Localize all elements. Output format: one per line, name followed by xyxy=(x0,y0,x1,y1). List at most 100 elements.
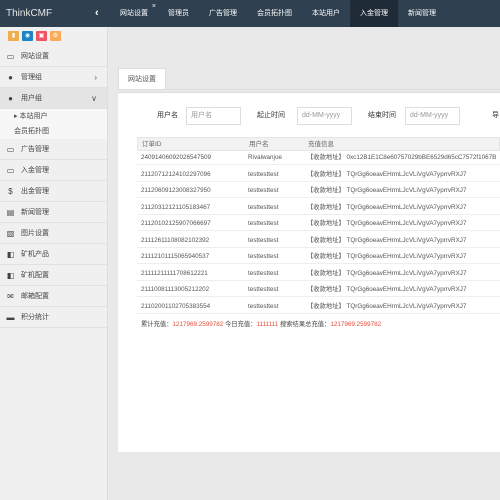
username-cell: testtesttest xyxy=(248,203,279,211)
top-tab[interactable]: 会员拓扑图 xyxy=(247,0,302,27)
sidebar-item-label: 矿机产品 xyxy=(21,251,49,258)
close-tab-icon[interactable]: × xyxy=(152,0,156,20)
order-id-cell: 21120312121105183467 xyxy=(141,203,211,211)
collapse-sidebar-icon[interactable]: ‹ xyxy=(95,0,99,27)
sidebar-item[interactable]: ▭ 网站设置 xyxy=(0,46,107,67)
sidebar-item-label: 新闻管理 xyxy=(21,209,49,216)
table-row: 24091406092026547509 Rivalwanjoe 【收款地址】 0x… xyxy=(137,151,500,165)
username-cell: testtesttest xyxy=(248,170,279,178)
username-cell: Rivalwanjoe xyxy=(248,154,282,161)
recharge-info-cell: 【收款地址】 0xc12B1E1C8e60757029bBE6529d65cC7… xyxy=(307,154,497,161)
picture-icon: ▭ xyxy=(6,145,15,154)
sidebar-item[interactable]: $ 出金管理 xyxy=(0,181,107,202)
settings-icon[interactable]: ⚙ xyxy=(50,31,61,41)
top-tab[interactable]: 管理员 xyxy=(158,0,199,27)
chevron-icon: ∨ xyxy=(91,94,97,103)
sidebar-item[interactable]: ▤ 新闻管理 xyxy=(0,202,107,223)
sidebar-item-label: 网站设置 xyxy=(21,53,49,60)
recharge-info-cell: 【收款地址】 TQrGg6oeavEHrmLJcVLiVgVA7yprrvRXJ… xyxy=(307,236,467,244)
top-tab-label: 网站设置 xyxy=(120,10,148,17)
sidebar-item[interactable]: ✉ 邮箱配置 xyxy=(0,286,107,307)
search-total-label: 搜索结果总充值： xyxy=(278,321,331,328)
sidebar-item-label: 邮箱配置 xyxy=(21,293,49,300)
export-label[interactable]: 导 xyxy=(492,107,499,125)
sidebar-item[interactable]: ● 管理组 › xyxy=(0,67,107,88)
header-username: 用户名 xyxy=(249,141,269,148)
recharge-info-cell: 【收款地址】 TQrGg6oeavEHrmLJcVLiVgVA7yprrvRXJ… xyxy=(307,220,467,227)
top-tab[interactable]: 本站用户 xyxy=(302,0,350,27)
chart-icon[interactable]: ▮ xyxy=(8,31,19,41)
people-icon[interactable]: ◉ xyxy=(22,31,33,41)
recharge-info-cell: 【收款地址】 TQrGg6oeavEHrmLJcVLiVgVA7yprrvRXJ… xyxy=(307,203,467,211)
sidebar-item-label: 广告管理 xyxy=(21,146,49,153)
top-tab-label: 会员拓扑图 xyxy=(257,10,292,17)
calendar-icon[interactable]: ▣ xyxy=(36,31,47,41)
quick-buttons: ▮ ◉ ▣ ⚙ xyxy=(0,27,107,46)
today-value: 1111111 xyxy=(256,321,279,328)
order-id-cell: 21120609123008327950 xyxy=(141,187,211,194)
header-recharge-info: 充值信息 xyxy=(308,141,334,148)
order-id-cell: 21112611108082102392 xyxy=(141,236,210,244)
table-row: 21110081113005212202 testtesttest 【收款地址】 T… xyxy=(137,283,500,297)
sidebar-item-label: 出金管理 xyxy=(21,188,49,195)
sidebar-item-label: 入金管理 xyxy=(21,167,49,174)
top-tab[interactable]: 网站设置 × xyxy=(110,0,158,27)
top-tab[interactable]: 广告管理 xyxy=(199,0,247,27)
recharge-info-cell: 【收款地址】 TQrGg6oeavEHrmLJcVLiVgVA7yprrvRXJ… xyxy=(307,269,467,277)
tab-divider xyxy=(118,89,500,90)
order-id-cell: 21102001102705383554 xyxy=(141,302,211,310)
today-label: 今日充值： xyxy=(223,321,257,328)
sidebar-item[interactable]: ◧ 矿机产品 xyxy=(0,244,107,265)
username-cell: testtesttest xyxy=(248,302,279,310)
table-row: 21112101115065940537 testtesttest 【收款地址】 T… xyxy=(137,250,500,264)
order-id-cell: 21110081113005212202 xyxy=(141,286,210,293)
username-cell: testtesttest xyxy=(248,269,279,277)
vista-icon: ▬ xyxy=(6,313,15,322)
username-cell: testtesttest xyxy=(248,187,279,194)
end-date-input[interactable]: dd-MM-yyyy xyxy=(405,107,460,125)
sidebar-item-label: 积分统计 xyxy=(21,314,49,321)
recharge-table: 订单ID 用户名 充值信息 24091406092026547509 Rivalw… xyxy=(137,137,500,327)
username-input[interactable]: 用户名 xyxy=(186,107,241,125)
start-date-input[interactable]: dd-MM-yyyy xyxy=(297,107,352,125)
machine-icon: ◧ xyxy=(6,250,15,259)
total-label: 累计充值： xyxy=(141,321,173,328)
table-header: 订单ID 用户名 充值信息 xyxy=(137,137,500,151)
sidebar-subitem[interactable]: 会员拓扑图 xyxy=(0,124,107,139)
sidebar-item[interactable]: ▧ 图片设置 xyxy=(0,223,107,244)
table-row: 21120609123008327950 testtesttest 【收款地址】 T… xyxy=(137,184,500,198)
table-row: 21120312121105183467 testtesttest 【收款地址】 T… xyxy=(137,201,500,215)
table-row: 21120102125907066697 testtesttest 【收款地址】 T… xyxy=(137,217,500,231)
top-tab-label: 新闻管理 xyxy=(408,10,436,17)
recharge-info-cell: 【收款地址】 TQrGg6oeavEHrmLJcVLiVgVA7yprrvRXJ… xyxy=(307,187,467,194)
sidebar-item[interactable]: ▭ 入金管理 xyxy=(0,160,107,181)
username-cell: testtesttest xyxy=(248,286,279,293)
sidebar-item[interactable]: ▭ 广告管理 xyxy=(0,139,107,160)
order-id-cell: 21112101115065940537 xyxy=(141,253,210,260)
group-icon: ● xyxy=(8,73,13,82)
mail-icon: ✉ xyxy=(7,292,14,301)
sidebar-item[interactable]: ▬ 积分统计 xyxy=(0,307,107,328)
news-icon: ▤ xyxy=(6,208,15,217)
recharge-info-cell: 【收款地址】 TQrGg6oeavEHrmLJcVLiVgVA7yprrvRXJ… xyxy=(307,170,467,178)
tab-website-settings[interactable]: 网站设置 xyxy=(118,68,166,90)
sidebar-item[interactable]: ● 用户组 ∨ xyxy=(0,88,107,109)
top-tab-label: 入金管理 xyxy=(360,10,388,17)
table-row: 21120712124102297096 testtesttest 【收款地址】 T… xyxy=(137,168,500,182)
header-order-id: 订单ID xyxy=(142,141,162,148)
dollar-icon: $ xyxy=(8,187,13,196)
app-title: ThinkCMF xyxy=(0,0,108,27)
sidebar-item[interactable]: ◧ 矿机配置 xyxy=(0,265,107,286)
sidebar-subitem[interactable]: ▸ 本站用户 xyxy=(0,109,107,124)
username-cell: testtesttest xyxy=(248,220,279,227)
recharge-info-cell: 【收款地址】 TQrGg6oeavEHrmLJcVLiVgVA7yprrvRXJ… xyxy=(307,286,467,293)
top-tab-label: 本站用户 xyxy=(312,10,340,17)
table-row: 21112611108082102392 testtesttest 【收款地址】 T… xyxy=(137,234,500,248)
total-value: 1217969.2599782 xyxy=(172,321,224,328)
top-tab[interactable]: 入金管理 xyxy=(350,0,398,27)
top-navbar: ThinkCMF ‹ 网站设置 × 管理员 广告管理 会员拓扑图 本站用户 入金管理 新闻管理 xyxy=(0,0,500,27)
top-tab[interactable]: 新闻管理 xyxy=(398,0,446,27)
sidebar-item-label: 矿机配置 xyxy=(21,272,49,279)
username-cell: testtesttest xyxy=(248,253,279,260)
sidebar-item-label: 用户组 xyxy=(21,95,42,102)
